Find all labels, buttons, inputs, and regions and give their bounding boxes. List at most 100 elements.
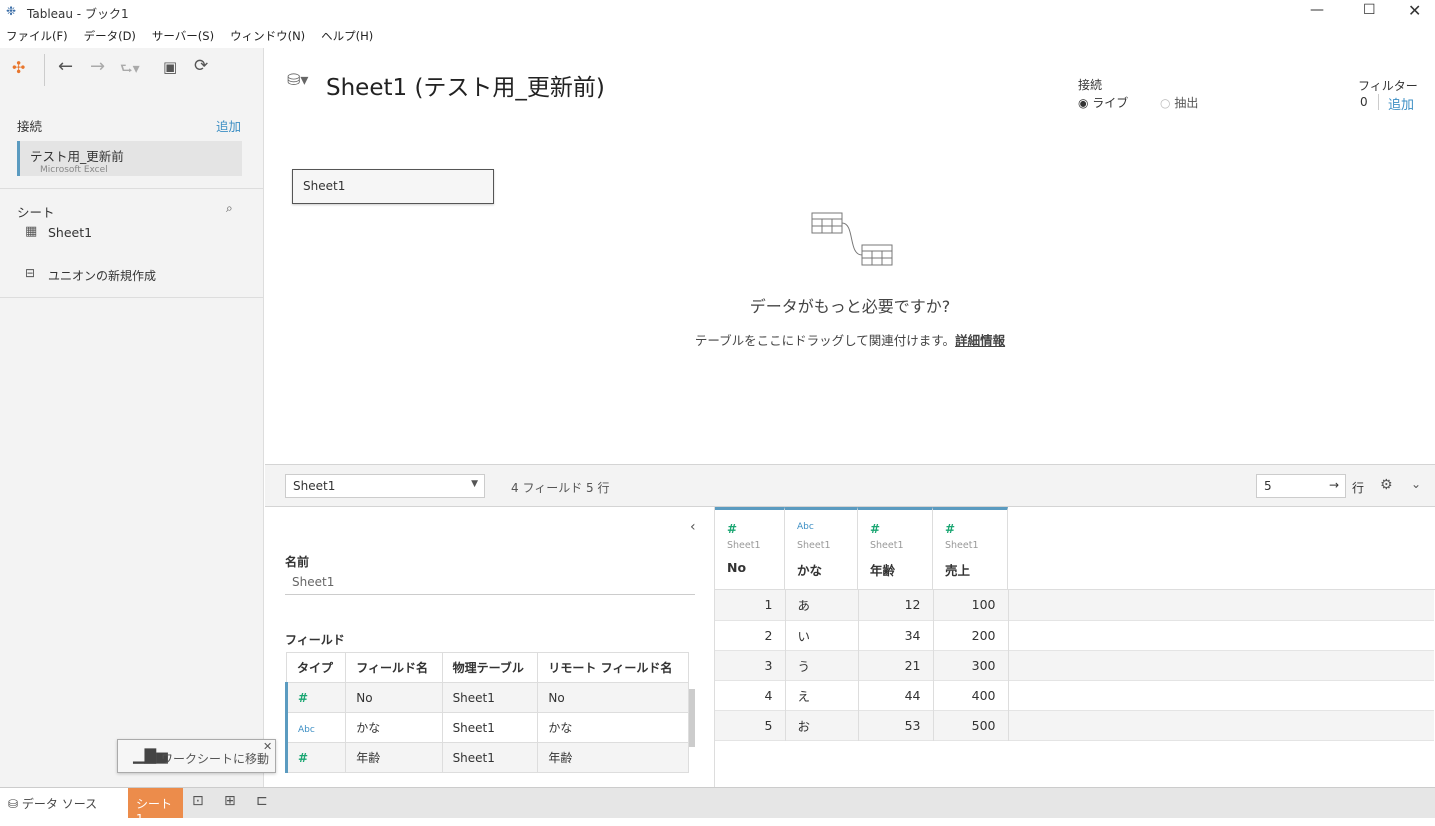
tab-data-source[interactable]: ⛁ データ ソース <box>0 788 128 818</box>
forward-icon[interactable]: → <box>90 56 105 77</box>
tab-label: シート 1 <box>136 797 173 826</box>
grid-cell: 53 <box>858 710 934 740</box>
add-connection-link[interactable]: 追加 <box>216 116 241 135</box>
live-radio[interactable]: ◉ ライブ <box>1078 94 1128 111</box>
collapse-icon[interactable]: ‹ <box>690 519 696 535</box>
filter-label: フィルター <box>1358 79 1418 93</box>
menu-help[interactable]: ヘルプ(H) <box>321 28 373 44</box>
field-name[interactable]: No <box>345 682 443 713</box>
menu-window[interactable]: ウィンドウ(N) <box>230 28 305 44</box>
table-row: 5 お 53 500 <box>715 710 1434 740</box>
need-more-data-heading: データがもっと必要ですか? <box>749 297 951 316</box>
table-select[interactable]: Sheet1 ▼ <box>285 474 485 498</box>
grid-cell: あ <box>785 590 859 620</box>
minimize-button[interactable]: — <box>1310 2 1324 18</box>
column-source: Sheet1 <box>870 540 904 551</box>
filter-count: 0 <box>1360 95 1368 109</box>
back-icon[interactable]: ← <box>58 56 73 77</box>
column-header[interactable]: タイプ <box>285 652 347 683</box>
datasource-icon[interactable]: ⛁▾ <box>287 70 308 89</box>
number-type-icon[interactable]: # <box>945 522 995 540</box>
tableau-home-icon[interactable]: ✣ <box>12 58 25 77</box>
join-tables-icon <box>811 212 893 266</box>
table-row[interactable]: # No Sheet1 No <box>284 682 689 713</box>
field-table: Sheet1 <box>441 682 539 713</box>
sheet-item[interactable]: Sheet1 <box>48 225 92 240</box>
table-icon: ▦ <box>25 224 38 239</box>
union-icon: ⊟ <box>25 266 36 280</box>
extract-radio[interactable]: ○ 抽出 <box>1160 94 1198 111</box>
apply-arrow-icon[interactable]: → <box>1329 478 1339 492</box>
new-union-item[interactable]: ユニオンの新規作成 <box>48 267 156 284</box>
grid-column-header[interactable]: # Sheet1 年齢 <box>858 507 933 589</box>
rows-input[interactable]: 5 → <box>1256 474 1346 498</box>
connection-item[interactable]: テスト用_更新前 Microsoft Excel <box>17 141 242 176</box>
column-name[interactable]: 年齢 <box>870 560 920 579</box>
grid-cell: 4 <box>715 680 786 710</box>
new-worksheet-icon[interactable]: ⊡ <box>192 793 204 809</box>
save-icon[interactable]: ▣ <box>163 58 177 76</box>
scrollbar[interactable] <box>689 689 695 747</box>
menu-data[interactable]: データ(D) <box>84 28 136 44</box>
column-source: Sheet1 <box>945 540 979 551</box>
field-name[interactable]: かな <box>345 712 443 743</box>
close-icon[interactable]: ✕ <box>263 740 272 753</box>
name-value: Sheet1 <box>292 575 335 589</box>
data-grid-body: 1 あ 12 100 2 い 34 200 3 う 21 300 4 え 44 400 5 お 53 500 <box>715 590 1434 741</box>
column-header[interactable]: 物理テーブル <box>441 652 539 683</box>
rows-value: 5 <box>1264 479 1272 493</box>
table-card[interactable]: Sheet1 <box>292 169 494 204</box>
divider <box>0 297 264 298</box>
string-type-icon[interactable]: Abc <box>298 725 315 735</box>
divider <box>1378 94 1379 110</box>
search-icon[interactable]: ⌕ <box>226 201 233 216</box>
add-filter-link[interactable]: 追加 <box>1388 94 1414 113</box>
close-button[interactable]: ✕ <box>1408 1 1421 20</box>
redo-icon[interactable]: ⮑▾ <box>120 58 140 82</box>
grid-cell: 34 <box>858 620 934 650</box>
number-type-icon[interactable]: # <box>298 691 308 705</box>
grid-filler <box>1008 680 1434 710</box>
table-row: 4 え 44 400 <box>715 680 1434 710</box>
refresh-icon[interactable]: ⟳ <box>194 56 208 76</box>
column-header[interactable]: リモート フィールド名 <box>537 652 689 683</box>
number-type-icon[interactable]: # <box>727 522 772 540</box>
grid-cell: お <box>785 710 859 740</box>
grid-cell: 21 <box>858 650 934 680</box>
tab-sheet1[interactable]: シート 1 <box>128 788 183 826</box>
grid-cell: 100 <box>933 590 1009 620</box>
number-type-icon[interactable]: # <box>298 751 308 765</box>
grid-column-header[interactable]: # Sheet1 No <box>715 507 785 589</box>
number-type-icon[interactable]: # <box>870 522 920 540</box>
tooltip-text: ワークシートに移動 <box>161 752 270 766</box>
string-type-icon[interactable]: Abc <box>797 522 845 540</box>
column-name[interactable]: No <box>727 560 772 575</box>
name-input[interactable]: Sheet1 <box>285 573 695 595</box>
column-name[interactable]: 売上 <box>945 560 995 579</box>
table-card-label: Sheet1 <box>303 179 346 193</box>
chevron-down-icon[interactable]: ⌄ <box>1411 477 1421 491</box>
gear-icon[interactable]: ⚙ <box>1380 477 1393 493</box>
field-name[interactable]: 年齢 <box>345 742 443 773</box>
column-name[interactable]: かな <box>797 560 845 579</box>
menu-file[interactable]: ファイル(F) <box>6 28 68 44</box>
learn-more-link[interactable]: 詳細情報 <box>955 333 1005 348</box>
table-row: 3 う 21 300 <box>715 650 1434 680</box>
table-row[interactable]: # 年齢 Sheet1 年齢 <box>284 742 689 773</box>
menu-bar: ファイル(F) データ(D) サーバー(S) ウィンドウ(N) ヘルプ(H) <box>0 24 1435 48</box>
new-story-icon[interactable]: ⊏ <box>256 793 268 809</box>
table-row[interactable]: Abc かな Sheet1 かな <box>284 712 689 743</box>
field-remote: 年齢 <box>537 742 689 773</box>
table-row: 2 い 34 200 <box>715 620 1434 650</box>
new-dashboard-icon[interactable]: ⊞ <box>224 793 236 809</box>
divider <box>0 188 264 189</box>
table-row: 1 あ 12 100 <box>715 590 1434 620</box>
live-label: ライブ <box>1092 96 1129 110</box>
maximize-button[interactable]: ☐ <box>1363 2 1376 18</box>
page-title[interactable]: Sheet1 (テスト用_更新前) <box>326 68 605 102</box>
grid-column-header[interactable]: Abc Sheet1 かな <box>785 507 858 589</box>
menu-server[interactable]: サーバー(S) <box>152 28 214 44</box>
column-header[interactable]: フィールド名 <box>345 652 443 683</box>
data-grid: # Sheet1 No Abc Sheet1 かな # Sheet1 年齢 # Sheet1 売上 1… <box>715 507 1435 787</box>
grid-column-header[interactable]: # Sheet1 売上 <box>933 507 1008 589</box>
